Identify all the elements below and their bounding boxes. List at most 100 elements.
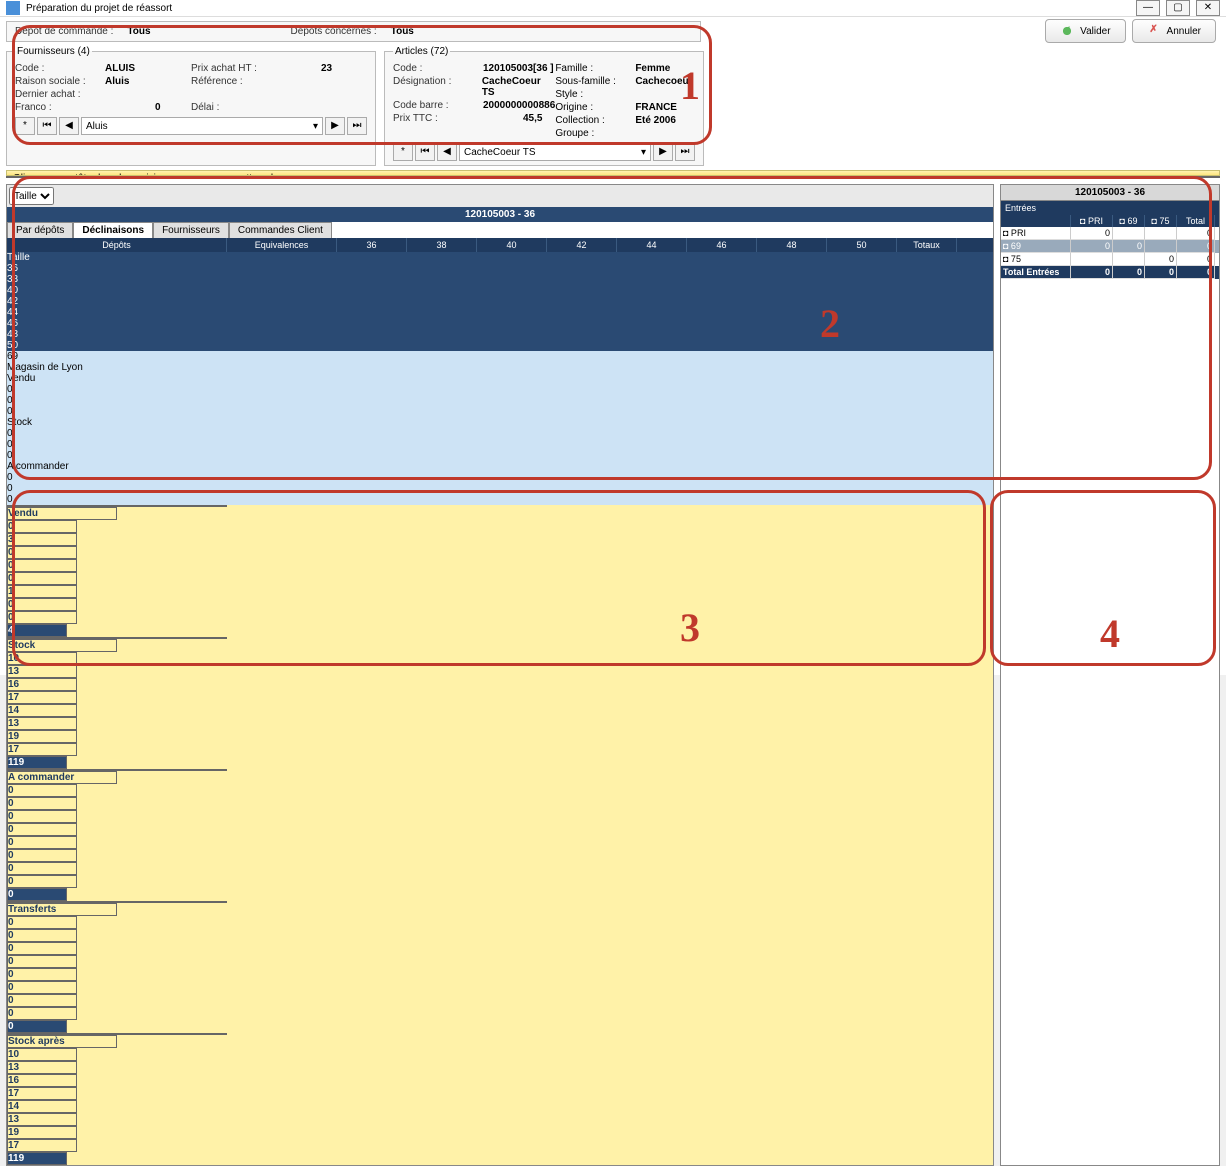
sup-nav-prev[interactable]: ◀ bbox=[59, 117, 79, 135]
p4-row[interactable]: ◘ 7500 bbox=[1001, 253, 1219, 266]
sup-nav-next[interactable]: ▶ bbox=[325, 117, 345, 135]
panel4-entrees: Entrées bbox=[1001, 201, 1219, 215]
tab-1[interactable]: Déclinaisons bbox=[73, 222, 153, 238]
validate-button[interactable]: Valider bbox=[1045, 19, 1125, 43]
sup-code-k: Code : bbox=[15, 63, 105, 74]
p3-total-row: Stock après1013161714131917119 bbox=[7, 1033, 993, 1165]
validate-label: Valider bbox=[1080, 26, 1110, 37]
art-sf-k: Sous-famille : bbox=[555, 76, 635, 87]
tab-0[interactable]: Par dépôts bbox=[7, 222, 73, 238]
art-orig-v: FRANCE bbox=[635, 102, 677, 113]
p4-row[interactable]: ◘ 69000 bbox=[1001, 240, 1219, 253]
sup-delai-k: Délai : bbox=[191, 102, 281, 113]
sup-pa-k: Prix achat HT : bbox=[191, 63, 281, 74]
sup-franco-v: 0 bbox=[155, 102, 161, 113]
panel3-title: 120105003 - 36 bbox=[7, 207, 993, 222]
p3-row[interactable]: A commander000 bbox=[7, 461, 993, 505]
app-window: Préparation du projet de réassort — ▢ ✕ … bbox=[0, 0, 1226, 675]
app-icon bbox=[6, 1, 20, 15]
chevron-down-icon: ▾ bbox=[313, 121, 318, 132]
depots-conc-value: Tous bbox=[391, 26, 414, 37]
p3-total-row: Vendu030001004 bbox=[7, 505, 993, 637]
sup-rs-v: Aluis bbox=[105, 76, 129, 87]
hdr-article[interactable]: Article bbox=[239, 177, 439, 178]
top-area: Valider Annuler Dépôt de commande : Tous… bbox=[0, 17, 1226, 168]
hdr-four[interactable]: Fournisseur bbox=[155, 177, 239, 178]
depot-cmd-value: Tous bbox=[127, 26, 150, 37]
art-sf-v: Cachecoeur bbox=[635, 76, 692, 87]
art-code-v: 120105003[36 ] bbox=[483, 63, 554, 74]
art-nav-prev[interactable]: ◀ bbox=[437, 143, 457, 161]
art-pttc-k: Prix TTC : bbox=[393, 113, 483, 124]
p3-row[interactable]: 69Magasin de LyonVendu000 bbox=[7, 351, 993, 417]
p3-row[interactable]: Stock000 bbox=[7, 417, 993, 461]
sup-franco-k: Franco : bbox=[15, 102, 105, 113]
p3-total-row: A commander000000000 bbox=[7, 769, 993, 901]
art-cb-v: 2000000000886 bbox=[483, 100, 555, 111]
depot-cmd-label: Dépôt de commande : bbox=[15, 26, 113, 37]
panel3-tabs: Par dépôtsDéclinaisonsFournisseursComman… bbox=[7, 222, 993, 238]
tab-2[interactable]: Fournisseurs bbox=[153, 222, 229, 238]
grid-header-top: Dépôt Fournisseur Article Ventes mensuel… bbox=[7, 177, 1219, 178]
article-nav: * ⏮ ◀ CacheCoeur TS▾ ▶ ⏭ bbox=[393, 143, 695, 161]
sup-rs-k: Raison sociale : bbox=[15, 76, 105, 87]
close-button[interactable]: ✕ bbox=[1196, 0, 1220, 16]
article-legend: Articles (72) bbox=[393, 46, 450, 57]
depots-conc-label: Dépôts concernés : bbox=[291, 26, 377, 37]
supplier-nav: * ⏮ ◀ Aluis▾ ▶ ⏭ bbox=[15, 117, 367, 135]
supplier-fieldset: Fournisseurs (4) Code :ALUIS Raison soci… bbox=[6, 46, 376, 166]
art-style-k: Style : bbox=[555, 89, 635, 100]
art-nav-new[interactable]: * bbox=[393, 143, 413, 161]
panel-declinaisons: Taille 120105003 - 36 Par dépôtsDéclinai… bbox=[6, 184, 994, 1166]
sup-nav-first[interactable]: ⏮ bbox=[37, 117, 57, 135]
min-button[interactable]: — bbox=[1136, 0, 1160, 16]
sup-ref-k: Référence : bbox=[191, 76, 281, 87]
art-nav-first[interactable]: ⏮ bbox=[415, 143, 435, 161]
sup-nav-selector[interactable]: Aluis▾ bbox=[81, 117, 323, 135]
sup-pa-v: 23 bbox=[321, 63, 332, 74]
p3-total-row: Stock1013161714131917119 bbox=[7, 637, 993, 769]
p3-total-row: Transferts000000000 bbox=[7, 901, 993, 1033]
art-pttc-v: 45,5 bbox=[523, 113, 542, 124]
sup-da-k: Dernier achat : bbox=[15, 89, 105, 100]
check-icon bbox=[1060, 24, 1074, 38]
p4-row[interactable]: ◘ PRI00 bbox=[1001, 227, 1219, 240]
art-des-v: CacheCoeur TS bbox=[482, 76, 556, 98]
window-title: Préparation du projet de réassort bbox=[26, 3, 1136, 14]
sup-nav-last[interactable]: ⏭ bbox=[347, 117, 367, 135]
art-nav-selector[interactable]: CacheCoeur TS▾ bbox=[459, 143, 651, 161]
cancel-label: Annuler bbox=[1167, 26, 1201, 37]
hdr-periode[interactable]: Période du 01/01/2000 au 28/09/2016 bbox=[697, 177, 897, 178]
filters-row: Dépôt de commande : Tous Dépôts concerné… bbox=[6, 21, 701, 42]
art-code-k: Code : bbox=[393, 63, 483, 74]
hdr-commander[interactable]: Commander bbox=[897, 177, 1219, 178]
art-coll-k: Collection : bbox=[555, 115, 635, 126]
panel-transfers: 120105003 - 36 Entrées ◘ PRI◘ 69◘ 75Tota… bbox=[1000, 184, 1220, 1166]
art-des-k: Désignation : bbox=[393, 76, 482, 98]
sup-code-v: ALUIS bbox=[105, 63, 135, 74]
supplier-legend: Fournisseurs (4) bbox=[15, 46, 92, 57]
sup-nav-new[interactable]: * bbox=[15, 117, 35, 135]
hdr-ventes[interactable]: Ventes mensuelles du 01/09/2015 au 28/09… bbox=[439, 177, 697, 178]
chevron-down-icon: ▾ bbox=[641, 147, 646, 158]
titlebar: Préparation du projet de réassort — ▢ ✕ bbox=[0, 0, 1226, 17]
art-nav-next[interactable]: ▶ bbox=[653, 143, 673, 161]
art-orig-k: Origine : bbox=[555, 102, 635, 113]
art-nav-last[interactable]: ⏭ bbox=[675, 143, 695, 161]
art-cb-k: Code barre : bbox=[393, 100, 483, 111]
cancel-button[interactable]: Annuler bbox=[1132, 19, 1216, 43]
article-fieldset: Articles (72) Code :120105003[36 ] Désig… bbox=[384, 46, 704, 166]
art-coll-v: Eté 2006 bbox=[635, 115, 676, 126]
art-grp-k: Groupe : bbox=[555, 128, 635, 139]
hdr-depot[interactable]: Dépôt bbox=[7, 177, 155, 178]
art-fam-k: Famille : bbox=[555, 63, 635, 74]
panel3-grid[interactable]: DépôtsEquivalences3638404244464850Totaux… bbox=[7, 238, 993, 1165]
main-grid[interactable]: Dépôt Fournisseur Article Ventes mensuel… bbox=[6, 176, 1220, 178]
max-button[interactable]: ▢ bbox=[1166, 0, 1190, 16]
tab-3[interactable]: Commandes Client bbox=[229, 222, 332, 238]
attr-selector[interactable]: Taille bbox=[9, 187, 54, 205]
panel4-grid[interactable]: ◘ PRI◘ 69◘ 75Total◘ PRI00◘ 69000◘ 7500To… bbox=[1001, 215, 1219, 279]
p4-total: Total Entrées0000 bbox=[1001, 266, 1219, 279]
art-fam-v: Femme bbox=[635, 63, 670, 74]
panel4-title: 120105003 - 36 bbox=[1001, 185, 1219, 201]
